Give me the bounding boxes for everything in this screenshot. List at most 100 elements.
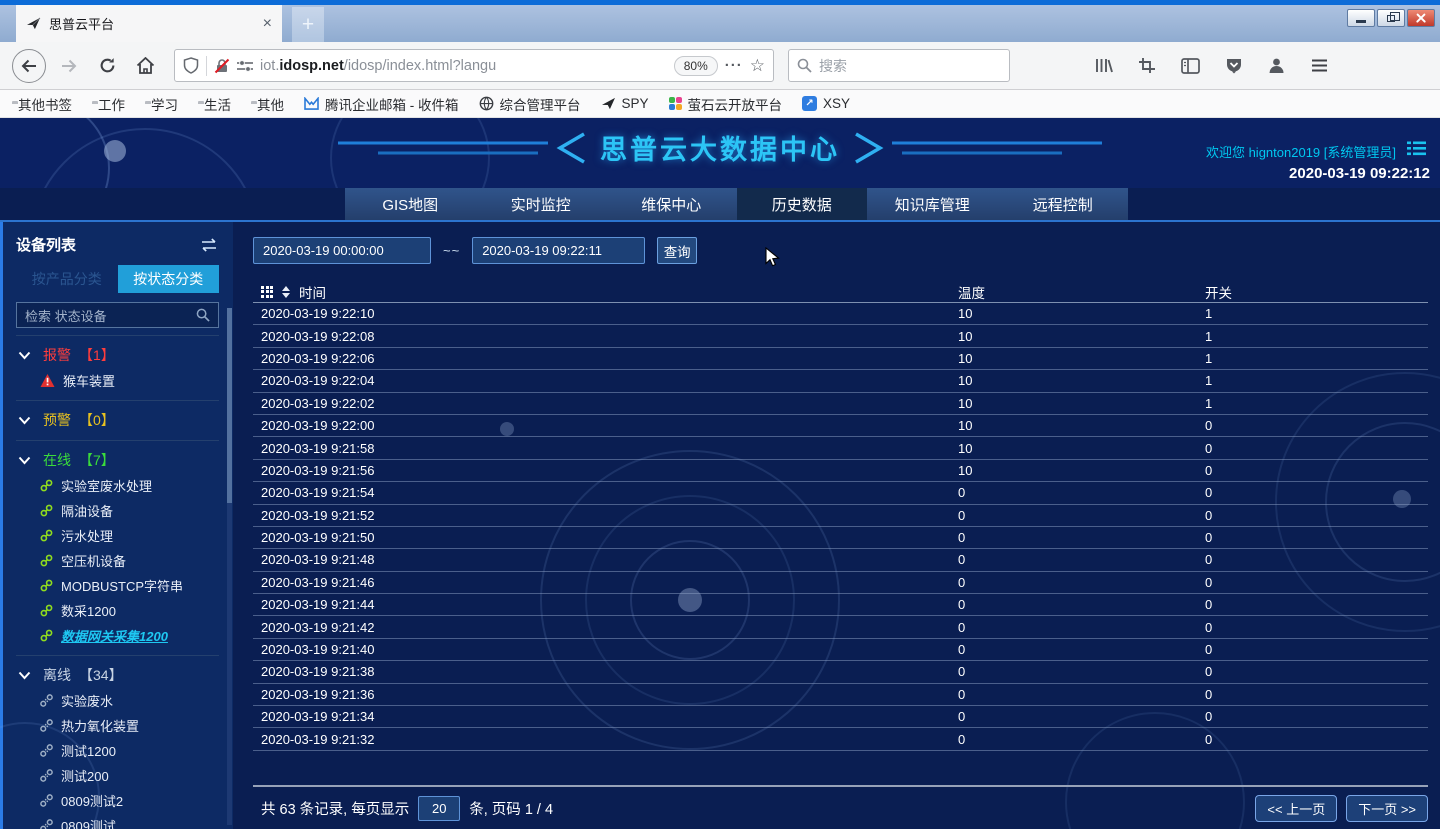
bookmark-star-icon[interactable]: ☆ xyxy=(750,56,765,76)
bookmark-item[interactable]: 学习 xyxy=(145,94,178,114)
device-item[interactable]: 数据网关采集1200 xyxy=(16,623,219,648)
device-broken-icon xyxy=(40,794,53,807)
device-item[interactable]: 热力氧化装置 xyxy=(16,713,219,738)
new-tab-button[interactable]: + xyxy=(292,7,324,42)
cell-time: 2020-03-19 9:22:10 xyxy=(253,306,958,321)
nav-tab-6[interactable]: 远程控制 xyxy=(998,188,1129,220)
cell-time: 2020-03-19 9:22:00 xyxy=(253,418,958,433)
restore-button[interactable] xyxy=(1377,9,1405,27)
collapse-swap-icon[interactable] xyxy=(199,238,219,252)
forward-button[interactable] xyxy=(54,51,84,81)
device-item[interactable]: 污水处理 xyxy=(16,523,219,548)
user-menu-icon[interactable] xyxy=(1407,141,1426,156)
page-actions-icon[interactable]: ··· xyxy=(725,57,743,74)
tree-divider xyxy=(16,400,219,401)
minimize-button[interactable] xyxy=(1347,9,1375,27)
screenshot-icon[interactable] xyxy=(1138,57,1156,74)
device-name: 隔油设备 xyxy=(61,501,113,520)
nav-tab-3[interactable]: 维保中心 xyxy=(606,188,737,220)
main-nav: GIS地图实时监控维保中心历史数据知识库管理远程控制 xyxy=(0,188,1440,222)
bookmark-item[interactable]: ↗XSY xyxy=(802,96,850,111)
sidebar-toggle-icon[interactable] xyxy=(1181,58,1200,74)
bookmark-item[interactable]: 其他 xyxy=(251,94,284,114)
page-size-input[interactable] xyxy=(418,796,460,821)
next-page-button[interactable]: 下一页 >> xyxy=(1346,795,1428,822)
bookmark-item[interactable]: 萤石云开放平台 xyxy=(669,94,783,114)
start-datetime-input[interactable] xyxy=(253,237,431,264)
bookmark-label: 腾讯企业邮箱 - 收件箱 xyxy=(325,94,459,114)
query-button[interactable]: 查询 xyxy=(657,237,697,264)
reload-button[interactable] xyxy=(92,51,122,81)
back-button[interactable] xyxy=(12,49,46,83)
column-time[interactable]: 时间 xyxy=(299,282,326,302)
library-icon[interactable] xyxy=(1094,57,1113,74)
browser-tab[interactable]: 思普云平台 × xyxy=(16,5,282,42)
tree-group[interactable]: 报警【1】 xyxy=(16,342,219,368)
sidebar-scrollbar[interactable] xyxy=(227,308,232,825)
browser-search-box[interactable] xyxy=(788,49,1010,82)
menu-icon[interactable] xyxy=(1311,59,1328,72)
cell-switch: 0 xyxy=(1205,732,1428,747)
cell-temperature: 10 xyxy=(958,418,1205,433)
tree-divider xyxy=(16,655,219,656)
tree-group[interactable]: 预警【0】 xyxy=(16,407,219,433)
device-link-icon xyxy=(40,479,53,492)
device-item[interactable]: 空压机设备 xyxy=(16,548,219,573)
device-item[interactable]: 实验废水 xyxy=(16,688,219,713)
prev-page-button[interactable]: << 上一页 xyxy=(1255,795,1337,822)
bookmark-item[interactable]: 综合管理平台 xyxy=(479,94,581,114)
cell-temperature: 0 xyxy=(958,709,1205,724)
account-icon[interactable] xyxy=(1268,57,1285,74)
column-switch[interactable]: 开关 xyxy=(1205,282,1428,302)
device-item[interactable]: 猴车装置 xyxy=(16,368,219,393)
bookmark-item[interactable]: 腾讯企业邮箱 - 收件箱 xyxy=(304,94,459,114)
shield-icon[interactable] xyxy=(183,57,199,74)
permissions-icon[interactable] xyxy=(237,59,253,73)
device-name: 猴车装置 xyxy=(63,371,115,390)
device-item[interactable]: 实验室废水处理 xyxy=(16,473,219,498)
scrollbar-thumb[interactable] xyxy=(227,308,232,503)
cell-temperature: 10 xyxy=(958,306,1205,321)
device-item[interactable]: 数采1200 xyxy=(16,598,219,623)
tab-close-icon[interactable]: × xyxy=(263,16,272,32)
column-picker-icon[interactable] xyxy=(261,286,273,298)
device-broken-icon xyxy=(40,719,53,732)
browser-search-input[interactable] xyxy=(819,58,1001,74)
zoom-level-badge[interactable]: 80% xyxy=(674,56,718,76)
nav-tab-4[interactable]: 历史数据 xyxy=(737,188,868,220)
table-row: 2020-03-19 9:22:00100 xyxy=(253,415,1428,437)
nav-tab-2[interactable]: 实时监控 xyxy=(476,188,607,220)
close-button[interactable] xyxy=(1407,9,1435,27)
cell-switch: 0 xyxy=(1205,508,1428,523)
bookmark-item[interactable]: SPY xyxy=(601,96,649,111)
device-item[interactable]: MODBUSTCP字符串 xyxy=(16,573,219,598)
cell-switch: 0 xyxy=(1205,463,1428,478)
end-datetime-input[interactable] xyxy=(472,237,645,264)
insecure-lock-icon[interactable] xyxy=(214,58,230,74)
tree-group[interactable]: 在线【7】 xyxy=(16,447,219,473)
device-item[interactable]: 0809测试2 xyxy=(16,788,219,813)
tree-divider xyxy=(16,335,219,336)
tree-group[interactable]: 离线【34】 xyxy=(16,662,219,688)
nav-tab-1[interactable]: GIS地图 xyxy=(345,188,476,220)
tab-by-status[interactable]: 按状态分类 xyxy=(118,265,220,293)
url-text[interactable]: iot.idosp.net/idosp/index.html?langu xyxy=(260,58,667,74)
device-item[interactable]: 隔油设备 xyxy=(16,498,219,523)
home-button[interactable] xyxy=(130,51,160,81)
nav-tab-5[interactable]: 知识库管理 xyxy=(867,188,998,220)
table-row: 2020-03-19 9:21:4800 xyxy=(253,549,1428,571)
bookmark-item[interactable]: 生活 xyxy=(198,94,231,114)
tab-by-product[interactable]: 按产品分类 xyxy=(16,265,118,293)
device-item[interactable]: 0809测试 xyxy=(16,813,219,829)
url-bar[interactable]: iot.idosp.net/idosp/index.html?langu 80%… xyxy=(174,49,774,82)
group-count: 【7】 xyxy=(79,450,115,470)
bookmark-item[interactable]: 工作 xyxy=(92,94,125,114)
sidebar-title: 设备列表 xyxy=(16,234,76,255)
sort-icon[interactable] xyxy=(282,286,290,298)
device-item[interactable]: 测试1200 xyxy=(16,738,219,763)
pocket-icon[interactable] xyxy=(1225,57,1243,74)
bookmark-item[interactable]: 其他书签 xyxy=(12,94,72,114)
column-temperature[interactable]: 温度 xyxy=(958,282,1205,302)
device-item[interactable]: 测试200 xyxy=(16,763,219,788)
device-search-input[interactable]: 检索 状态设备 xyxy=(16,302,219,328)
